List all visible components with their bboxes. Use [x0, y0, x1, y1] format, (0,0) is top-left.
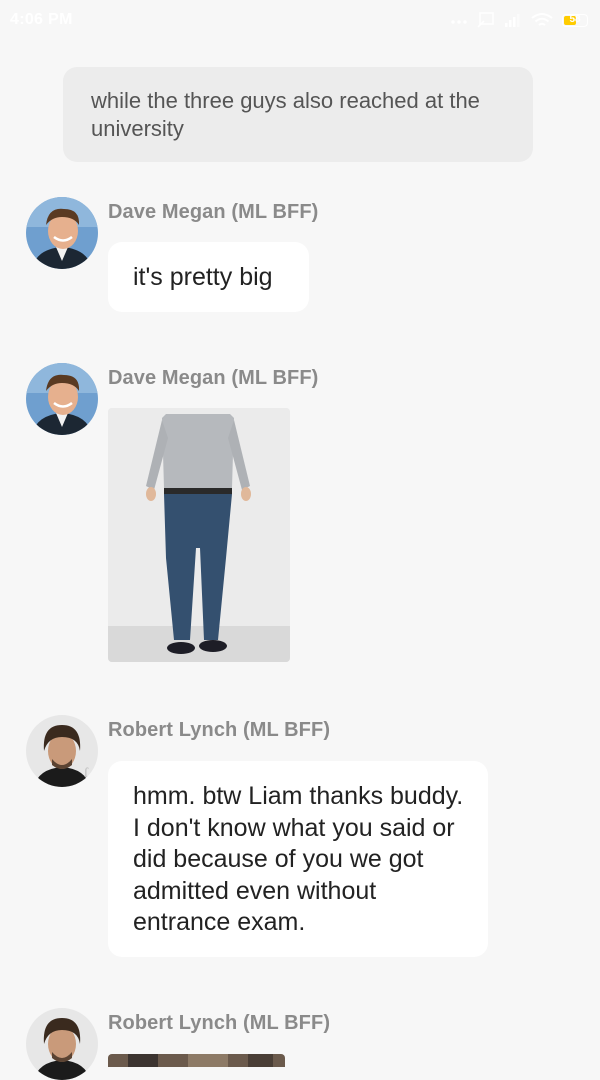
avatar[interactable]: ſ: [26, 715, 98, 787]
sender-name: Robert Lynch (ML BFF): [108, 719, 331, 741]
system-message-text: while the three guys also reached at the…: [91, 88, 480, 141]
sender-name: Dave Megan (ML BFF): [108, 367, 319, 389]
system-message: while the three guys also reached at the…: [63, 67, 533, 162]
battery-level: 58: [569, 13, 581, 25]
outfit-photo: [108, 408, 290, 662]
message-text: hmm. btw Liam thanks buddy. I don't know…: [133, 782, 464, 936]
sender-name: Dave Megan (ML BFF): [108, 201, 319, 223]
status-time: 4:06 PM: [10, 11, 73, 28]
image-message[interactable]: [108, 408, 290, 662]
sender-name: Robert Lynch (ML BFF): [108, 1012, 331, 1034]
message-bubble[interactable]: hmm. btw Liam thanks buddy. I don't know…: [108, 761, 488, 957]
screen-mirror-icon: [477, 12, 495, 28]
message-bubble[interactable]: it's pretty big: [108, 242, 309, 312]
status-icons: 58: [450, 10, 588, 30]
battery-icon: 58: [562, 13, 588, 27]
image-message[interactable]: [108, 1054, 285, 1067]
status-bar: 4:06 PM 58: [0, 0, 600, 40]
wifi-icon: [531, 12, 553, 28]
cell-signal-icon: [504, 12, 522, 28]
message-text: it's pretty big: [133, 263, 273, 291]
photo-thumbnail: [108, 1054, 285, 1067]
signal-dots-icon: [450, 15, 468, 25]
avatar[interactable]: [26, 197, 98, 269]
avatar[interactable]: [26, 1008, 98, 1080]
avatar[interactable]: [26, 363, 98, 435]
